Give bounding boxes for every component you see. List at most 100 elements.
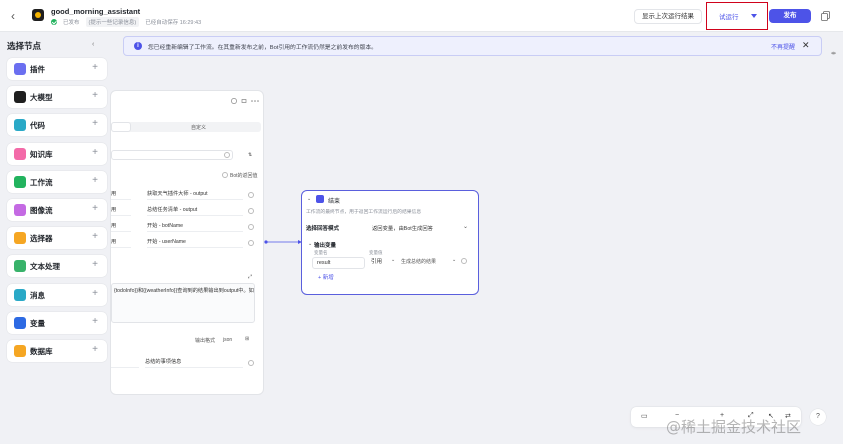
trial-run-button[interactable]: 试运行 xyxy=(709,5,765,27)
publish-status: 已发布 xyxy=(63,19,80,26)
node-item-7[interactable]: 文本处理 + xyxy=(7,255,107,278)
remove-row-icon[interactable] xyxy=(248,208,254,214)
collapse-node-icon[interactable]: ⌄ xyxy=(307,196,311,202)
end-node-title: 结束 xyxy=(328,199,341,205)
status-row: 已发布 (提示一些记录信息) 已经自动保存 16:29:43 xyxy=(51,16,201,27)
node-item-label: 图像流 xyxy=(30,206,53,215)
text-icon xyxy=(14,260,26,273)
banner-text: 您已经重新编辑了工作流。在其重新发布之前，Bot引用的工作流仍然是之前发布的版本… xyxy=(148,45,377,51)
prompt-editor[interactable]: {todoInfo}}和{{weatherInfo}}查询到的结果输出到outp… xyxy=(111,283,255,323)
model-select[interactable] xyxy=(111,150,233,160)
add-output-icon[interactable]: ⊞ xyxy=(245,336,249,342)
tab-active[interactable] xyxy=(111,122,131,132)
dont-remind-link[interactable]: 不再提醒 xyxy=(771,42,795,51)
add-node-icon[interactable]: + xyxy=(92,90,98,102)
node-item-9[interactable]: 变量 + xyxy=(7,311,107,334)
publish-button[interactable]: 发布 xyxy=(769,9,811,23)
node-item-6[interactable]: 选择器 + xyxy=(7,227,107,250)
card-actions-icon[interactable] xyxy=(230,97,260,105)
node-item-label: 数据库 xyxy=(30,347,53,356)
output-type-select[interactable] xyxy=(111,358,139,368)
var-ref-select[interactable]: 引用 xyxy=(371,257,382,265)
remove-row-icon[interactable] xyxy=(248,240,254,246)
node-item-1[interactable]: 大模型 + xyxy=(7,86,107,109)
expand-icon[interactable]: ⤢ xyxy=(248,274,252,280)
row-mode-text: 用 xyxy=(111,191,117,197)
node-item-label: 插件 xyxy=(30,65,45,74)
settings-icon[interactable] xyxy=(224,152,230,158)
node-item-label: 工作流 xyxy=(30,177,53,187)
column-var-value: 变量值 xyxy=(369,250,383,255)
chevron-down-icon[interactable]: ⌄ xyxy=(463,223,468,230)
node-item-5[interactable]: 图像流 + xyxy=(7,199,107,221)
remove-row-icon[interactable] xyxy=(248,192,254,198)
collapse-icon[interactable]: ‹ xyxy=(92,41,94,48)
add-node-icon[interactable]: + xyxy=(92,344,98,356)
add-node-icon[interactable]: + xyxy=(92,288,98,300)
add-node-icon[interactable]: + xyxy=(92,316,98,328)
var-name-input[interactable]: result xyxy=(312,257,365,269)
llm-node-card[interactable]: 自定义 ⇅ Bot的返回值 用 获取天气插件大师 - output 用 总结任务… xyxy=(110,90,264,395)
panel-title: 选择节点 xyxy=(7,41,42,51)
end-node-icon xyxy=(316,195,324,203)
node-item-2[interactable]: 代码 + xyxy=(7,114,107,137)
panel-toggle-icon[interactable]: ⇹ xyxy=(831,50,840,59)
tab-custom[interactable]: 自定义 xyxy=(191,124,206,131)
row-mode-1: 用 xyxy=(111,190,131,200)
answer-mode-select[interactable]: 返回变量，由Bot生成回答 xyxy=(372,224,433,232)
row-mode-4: 用 xyxy=(111,238,131,248)
node-item-10[interactable]: 数据库 + xyxy=(7,340,107,362)
add-node-icon[interactable]: + xyxy=(92,231,98,243)
caret-down-icon[interactable] xyxy=(751,14,757,18)
show-last-run-button[interactable]: 显示上次运行结果 xyxy=(634,9,702,24)
remove-row-icon[interactable] xyxy=(248,224,254,230)
model-settings-icon[interactable]: ⇅ xyxy=(248,152,252,158)
add-node-icon[interactable]: + xyxy=(92,175,98,187)
close-icon[interactable]: ✕ xyxy=(802,41,811,50)
row-mode-text: 用 xyxy=(111,207,117,213)
output-format-label: 输出格式 xyxy=(195,338,216,344)
node-item-3[interactable]: 知识库 + xyxy=(7,142,107,165)
remove-output-icon[interactable] xyxy=(248,360,254,366)
tab-strip xyxy=(111,122,261,132)
row-ref-text: 获取天气插件大师 - output xyxy=(147,191,208,197)
chevron-down-icon[interactable]: ⌄ xyxy=(452,257,456,263)
trial-run-label: 试运行 xyxy=(719,14,739,21)
watermark: @稀土掘金技术社区 xyxy=(666,418,802,436)
column-var-name: 变量名 xyxy=(314,250,328,255)
add-node-icon[interactable]: + xyxy=(92,118,98,130)
add-node-icon[interactable]: + xyxy=(92,147,98,159)
row-mode-2: 用 xyxy=(111,206,131,216)
output-format-select[interactable]: json xyxy=(223,337,232,343)
node-item-label: 知识库 xyxy=(30,149,53,159)
chevron-down-icon[interactable]: ⌄ xyxy=(391,257,395,263)
database-icon xyxy=(14,345,26,357)
app-avatar xyxy=(32,9,44,21)
copy-icon[interactable] xyxy=(821,11,830,21)
collapse-section-icon[interactable]: ⌄ xyxy=(308,241,312,247)
node-item-0[interactable]: 插件 + xyxy=(7,58,107,80)
variable-icon xyxy=(14,316,26,329)
help-button[interactable]: ? xyxy=(810,409,826,425)
row-ref-3[interactable]: 开始 - botName xyxy=(147,222,243,232)
code-icon xyxy=(14,119,26,132)
output-desc-field[interactable]: 总结的事项信息 xyxy=(145,358,243,368)
minimap-icon[interactable]: ▭ xyxy=(641,412,648,420)
row-ref-4[interactable]: 开始 - userName xyxy=(147,238,243,248)
status-chip: (提示一些记录信息) xyxy=(85,16,140,27)
node-item-4[interactable]: 工作流 + xyxy=(7,170,107,193)
add-node-icon[interactable]: + xyxy=(92,62,98,74)
add-node-icon[interactable]: + xyxy=(92,259,98,271)
bot-option-radio[interactable] xyxy=(222,172,228,178)
remove-var-icon[interactable] xyxy=(461,258,467,264)
add-node-icon[interactable]: + xyxy=(92,203,98,215)
node-item-label: 大模型 xyxy=(30,93,53,103)
back-arrow-icon[interactable]: ‹ xyxy=(11,9,23,23)
row-ref-1[interactable]: 获取天气插件大师 - output xyxy=(147,190,243,200)
row-ref-2[interactable]: 总结任务清单 - output xyxy=(147,206,243,216)
var-source-select[interactable]: 生成总结的结果 xyxy=(401,258,436,265)
node-item-8[interactable]: 消息 + xyxy=(7,283,107,306)
add-var-button[interactable]: + 新增 xyxy=(318,273,334,281)
plugin-icon xyxy=(14,63,26,75)
edge-connector[interactable] xyxy=(264,238,304,246)
